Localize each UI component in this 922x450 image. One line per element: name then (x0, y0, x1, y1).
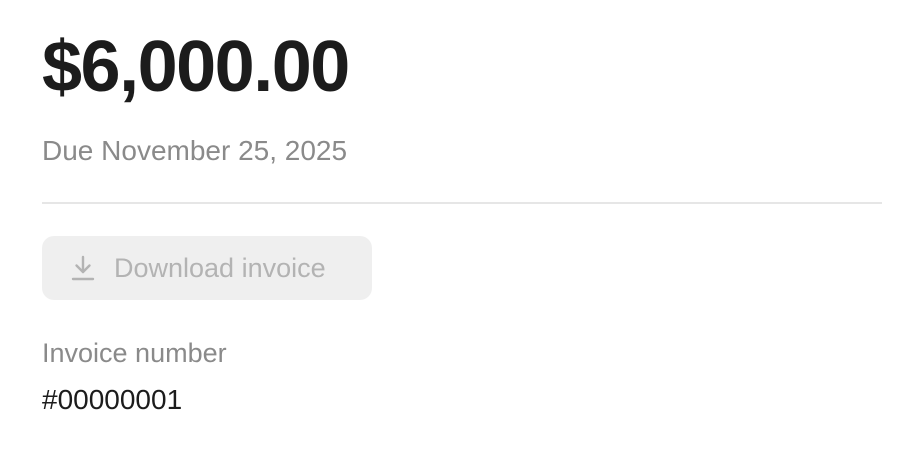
invoice-amount: $6,000.00 (42, 27, 350, 107)
invoice-number-value: #00000001 (42, 384, 183, 415)
due-date: Due November 25, 2025 (42, 135, 348, 166)
download-button-label: Download invoice (114, 252, 326, 283)
invoice-number-label: Invoice number (42, 338, 227, 368)
download-icon (68, 253, 98, 283)
download-invoice-button[interactable]: Download invoice (42, 236, 372, 300)
divider (42, 202, 882, 204)
